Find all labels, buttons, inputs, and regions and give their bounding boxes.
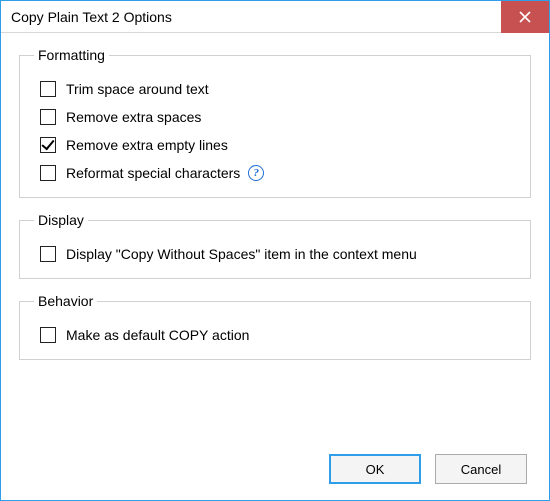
label-trim-space[interactable]: Trim space around text <box>66 81 209 97</box>
titlebar: Copy Plain Text 2 Options <box>1 1 549 33</box>
label-remove-extra-spaces[interactable]: Remove extra spaces <box>66 109 201 125</box>
group-formatting-legend: Formatting <box>34 47 109 63</box>
option-trim-space: Trim space around text <box>40 81 516 97</box>
group-behavior: Behavior Make as default COPY action <box>19 293 531 360</box>
checkbox-default-copy[interactable] <box>40 327 56 343</box>
cancel-button[interactable]: Cancel <box>435 454 527 484</box>
checkbox-remove-extra-spaces[interactable] <box>40 109 56 125</box>
close-icon <box>519 11 531 23</box>
group-formatting: Formatting Trim space around text Remove… <box>19 47 531 198</box>
label-default-copy[interactable]: Make as default COPY action <box>66 327 249 343</box>
ok-button[interactable]: OK <box>329 454 421 484</box>
label-reformat-special[interactable]: Reformat special characters <box>66 165 240 181</box>
checkbox-context-menu[interactable] <box>40 246 56 262</box>
help-icon[interactable]: ? <box>248 165 264 181</box>
group-behavior-legend: Behavior <box>34 293 97 309</box>
label-remove-empty-lines[interactable]: Remove extra empty lines <box>66 137 228 153</box>
group-display-legend: Display <box>34 212 88 228</box>
checkbox-remove-empty-lines[interactable] <box>40 137 56 153</box>
option-remove-empty-lines: Remove extra empty lines <box>40 137 516 153</box>
option-context-menu: Display "Copy Without Spaces" item in th… <box>40 246 516 262</box>
option-default-copy: Make as default COPY action <box>40 327 516 343</box>
close-button[interactable] <box>501 1 549 33</box>
option-reformat-special: Reformat special characters ? <box>40 165 516 181</box>
checkbox-trim-space[interactable] <box>40 81 56 97</box>
label-context-menu[interactable]: Display "Copy Without Spaces" item in th… <box>66 246 417 262</box>
group-display: Display Display "Copy Without Spaces" it… <box>19 212 531 279</box>
option-remove-extra-spaces: Remove extra spaces <box>40 109 516 125</box>
dialog-buttons: OK Cancel <box>329 454 527 484</box>
dialog-content: Formatting Trim space around text Remove… <box>1 33 549 386</box>
options-dialog: Copy Plain Text 2 Options Formatting Tri… <box>0 0 550 501</box>
window-title: Copy Plain Text 2 Options <box>11 9 172 25</box>
checkbox-reformat-special[interactable] <box>40 165 56 181</box>
